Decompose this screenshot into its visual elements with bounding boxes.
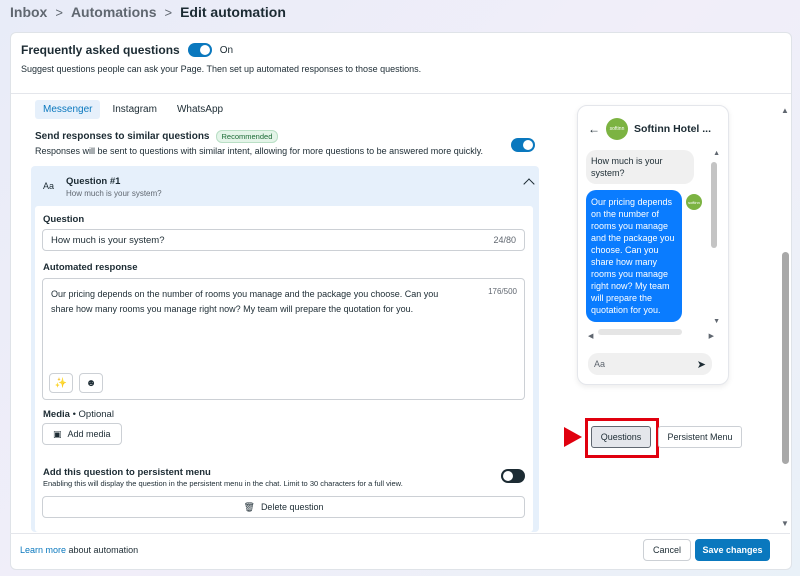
tab-instagram[interactable]: Instagram — [104, 100, 164, 119]
learn-more-link[interactable]: Learn more — [20, 545, 66, 555]
breadcrumb: Inbox > Automations > Edit automation — [10, 3, 286, 21]
outgoing-message: Our pricing depends on the number of roo… — [586, 190, 682, 322]
scroll-up-icon[interactable]: ▲ — [713, 150, 720, 157]
question-counter: 24/80 — [493, 235, 516, 245]
question-body: Question How much is your system? 24/80 … — [35, 206, 533, 532]
learn-more-rest: about automation — [66, 545, 139, 555]
learn-more-text: Learn more about automation — [20, 545, 138, 555]
tab-whatsapp[interactable]: WhatsApp — [169, 100, 231, 119]
page-title: Edit automation — [180, 4, 286, 20]
incoming-message: How much is your system? — [586, 150, 694, 184]
question-input[interactable]: How much is your system? 24/80 — [42, 229, 525, 251]
preview-page-name: Softinn Hotel ... — [634, 123, 711, 135]
add-media-button[interactable]: ▣ Add media — [42, 423, 122, 445]
question-header[interactable]: Aa Question #1 How much is your system? — [43, 176, 162, 198]
preview-hscroll-arrows: ◀ ▶ — [588, 332, 714, 340]
media-label-text: Media — [43, 409, 70, 420]
add-media-label: Add media — [67, 429, 111, 439]
back-arrow-icon[interactable]: ← — [588, 122, 600, 136]
persist-toggle-wrap — [501, 469, 525, 488]
question-input-value: How much is your system? — [51, 234, 165, 246]
scroll-right-icon[interactable]: ▶ — [709, 332, 714, 340]
media-optional: • Optional — [69, 409, 114, 420]
similar-description: Responses will be sent to questions with… — [35, 146, 484, 156]
trash-icon: 🗑 — [243, 501, 255, 512]
preview-header: ← softinn Softinn Hotel ... — [588, 118, 711, 140]
question-panel: Aa Question #1 How much is your system? … — [31, 166, 539, 532]
sparkle-button[interactable]: ✨ — [49, 373, 73, 393]
faq-title: Frequently asked questions — [21, 43, 180, 57]
footer-divider — [10, 533, 790, 534]
faq-toggle[interactable] — [187, 43, 212, 57]
scroll-down-icon[interactable]: ▼ — [781, 519, 789, 528]
sparkle-icon: ✨ — [54, 377, 68, 389]
image-icon: ▣ — [53, 428, 62, 439]
emoji-button[interactable]: ☻ — [79, 373, 103, 393]
save-changes-button[interactable]: Save changes — [695, 539, 770, 561]
persist-description: Enabling this will display the question … — [43, 479, 403, 488]
chevron-right-icon: > — [164, 4, 173, 20]
question-subtitle: How much is your system? — [66, 189, 162, 198]
response-field-label: Automated response — [43, 262, 138, 273]
red-arrow-annotation — [564, 427, 582, 447]
similar-questions-setting: Send responses to similar questions Reco… — [35, 130, 535, 156]
chevron-right-icon: > — [55, 4, 63, 20]
breadcrumb-inbox[interactable]: Inbox — [10, 4, 47, 20]
delete-label: Delete question — [260, 502, 324, 512]
compose-input[interactable]: Aa ➤ — [588, 353, 712, 375]
question-title: Question #1 — [66, 176, 121, 187]
breadcrumb-automations[interactable]: Automations — [71, 4, 157, 20]
persist-title: Add this question to persistent menu — [43, 467, 211, 478]
compose-placeholder: Aa — [594, 359, 606, 369]
persistent-menu-preview-button[interactable]: Persistent Menu — [658, 426, 742, 448]
divider — [11, 93, 791, 94]
scroll-left-icon[interactable]: ◀ — [588, 332, 593, 340]
scroll-down-icon[interactable]: ▼ — [713, 318, 720, 325]
avatar: softinn — [606, 118, 628, 140]
settings-scroll-area: Messenger Instagram WhatsApp Send respon… — [21, 100, 551, 532]
questions-preview-button[interactable]: Questions — [591, 426, 651, 448]
similar-title: Send responses to similar questions — [35, 131, 210, 142]
response-textarea[interactable]: Our pricing depends on the number of roo… — [42, 278, 525, 400]
faq-header: Frequently asked questions On Suggest qu… — [21, 41, 781, 74]
emoji-icon: ☻ — [85, 377, 97, 389]
cancel-button[interactable]: Cancel — [643, 539, 691, 561]
question-field-label: Question — [43, 214, 85, 225]
tab-messenger[interactable]: Messenger — [35, 100, 101, 119]
faq-description: Suggest questions people can ask your Pa… — [21, 64, 422, 74]
channel-tabs: Messenger Instagram WhatsApp — [35, 100, 231, 119]
recommended-badge: Recommended — [215, 130, 279, 143]
persist-toggle[interactable] — [501, 469, 525, 483]
similar-toggle-wrap — [511, 138, 535, 157]
delete-question-button[interactable]: 🗑 Delete question — [42, 496, 525, 518]
chat-preview: ← softinn Softinn Hotel ... How much is … — [577, 105, 729, 385]
main-scrollbar[interactable] — [782, 252, 789, 464]
message-avatar: softinn — [686, 194, 702, 210]
scroll-up-icon[interactable]: ▲ — [781, 106, 789, 115]
response-counter: 176/500 — [488, 287, 517, 296]
preview-scrollbar[interactable] — [711, 162, 717, 248]
chevron-up-icon[interactable] — [523, 178, 535, 190]
similar-toggle[interactable] — [511, 138, 535, 152]
media-label: Media • Optional — [43, 409, 114, 420]
faq-toggle-label: On — [219, 44, 234, 56]
send-icon[interactable]: ➤ — [697, 358, 706, 371]
response-text: Our pricing depends on the number of roo… — [51, 289, 439, 314]
text-icon: Aa — [43, 181, 55, 191]
